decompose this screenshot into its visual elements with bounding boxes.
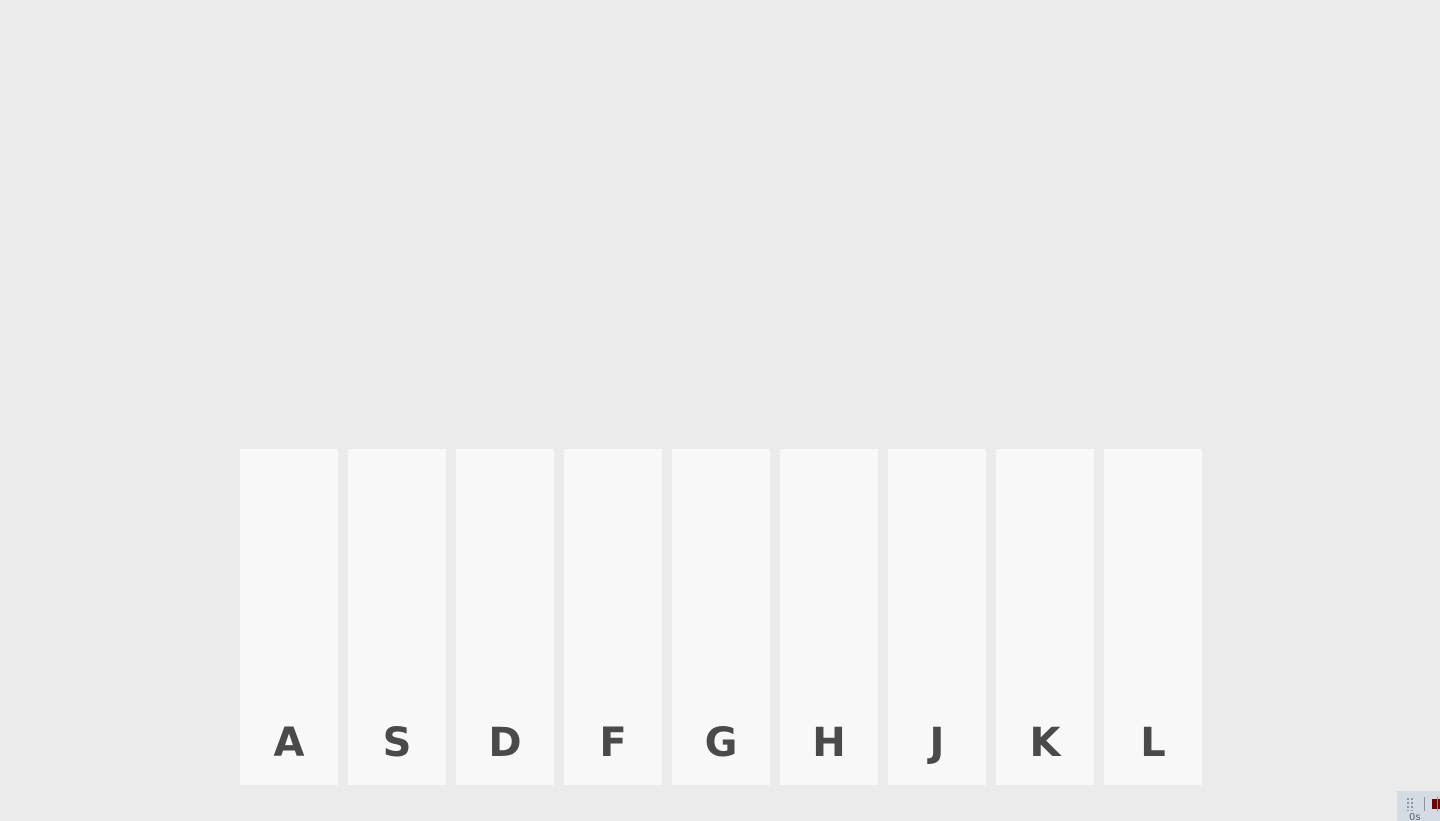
key-j[interactable]: J bbox=[888, 449, 986, 785]
key-h[interactable]: H bbox=[780, 449, 878, 785]
key-g[interactable]: G bbox=[672, 449, 770, 785]
key-label: S bbox=[382, 720, 412, 766]
key-k[interactable]: K bbox=[996, 449, 1094, 785]
page: A S D F G H J K L 0s bbox=[0, 0, 1440, 821]
record-icon[interactable] bbox=[1432, 799, 1440, 809]
key-label: H bbox=[812, 720, 846, 766]
key-label: J bbox=[929, 720, 945, 766]
divider bbox=[1424, 797, 1425, 811]
key-label: L bbox=[1140, 720, 1166, 766]
key-f[interactable]: F bbox=[564, 449, 662, 785]
keyboard: A S D F G H J K L bbox=[240, 449, 1202, 785]
drag-handle-icon[interactable] bbox=[1406, 797, 1414, 811]
dev-toolbar-widget[interactable]: 0s bbox=[1397, 791, 1440, 821]
key-s[interactable]: S bbox=[348, 449, 446, 785]
key-label: G bbox=[704, 720, 738, 766]
key-d[interactable]: D bbox=[456, 449, 554, 785]
key-l[interactable]: L bbox=[1104, 449, 1202, 785]
key-label: K bbox=[1029, 720, 1061, 766]
key-label: A bbox=[273, 720, 305, 766]
elapsed-time: 0s bbox=[1409, 812, 1421, 821]
key-a[interactable]: A bbox=[240, 449, 338, 785]
key-label: F bbox=[599, 720, 627, 766]
divider bbox=[1437, 797, 1438, 811]
key-label: D bbox=[488, 720, 522, 766]
